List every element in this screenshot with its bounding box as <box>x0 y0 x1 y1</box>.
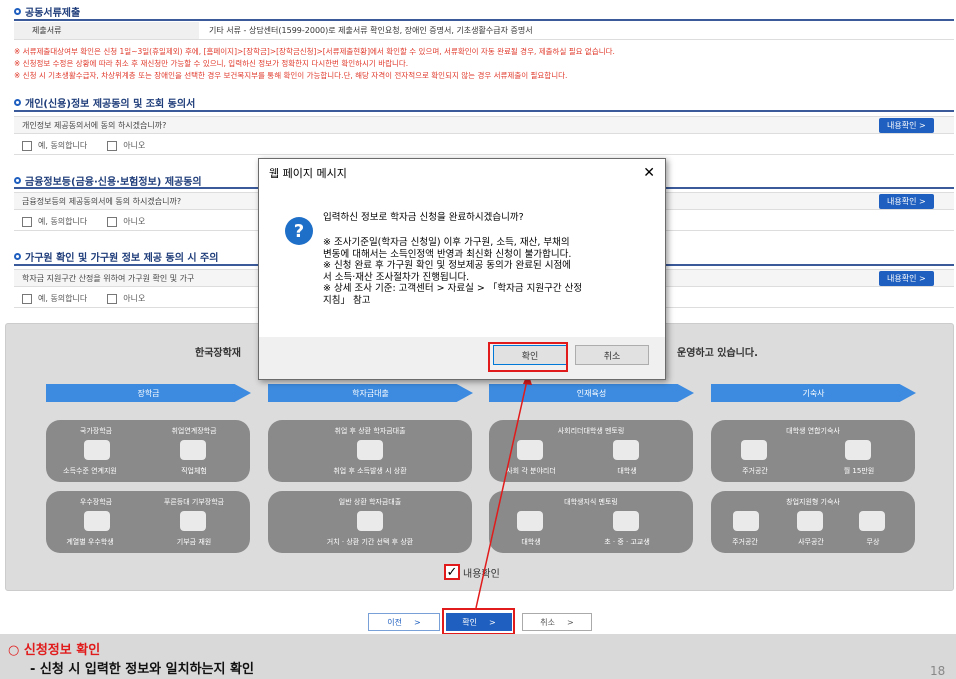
question-icon: ? <box>285 217 313 245</box>
web-page-message-dialog: 웹 페이지 메시지 ✕ ? 입력하신 정보로 학자금 신청을 완료하시겠습니까?… <box>258 158 666 380</box>
dialog-cancel-button[interactable]: 취소 <box>575 345 649 365</box>
dialog-title: 웹 페이지 메시지 <box>269 167 347 180</box>
dialog-body: ? 입력하신 정보로 학자금 신청을 완료하시겠습니까? ※ 조사기준일(학자금… <box>259 187 665 337</box>
highlight-box-dialog-ok <box>488 342 568 372</box>
close-icon[interactable]: ✕ <box>643 165 655 181</box>
dialog-footer: 확인 취소 <box>259 337 665 379</box>
dialog-question: 입력하신 정보로 학자금 신청을 완료하시겠습니까? <box>323 212 524 223</box>
dialog-titlebar: 웹 페이지 메시지 ✕ <box>259 159 665 187</box>
dialog-details: ※ 조사기준일(학자금 신청일) 이후 가구원, 소득, 재산, 부채의 변동에… <box>323 237 583 306</box>
